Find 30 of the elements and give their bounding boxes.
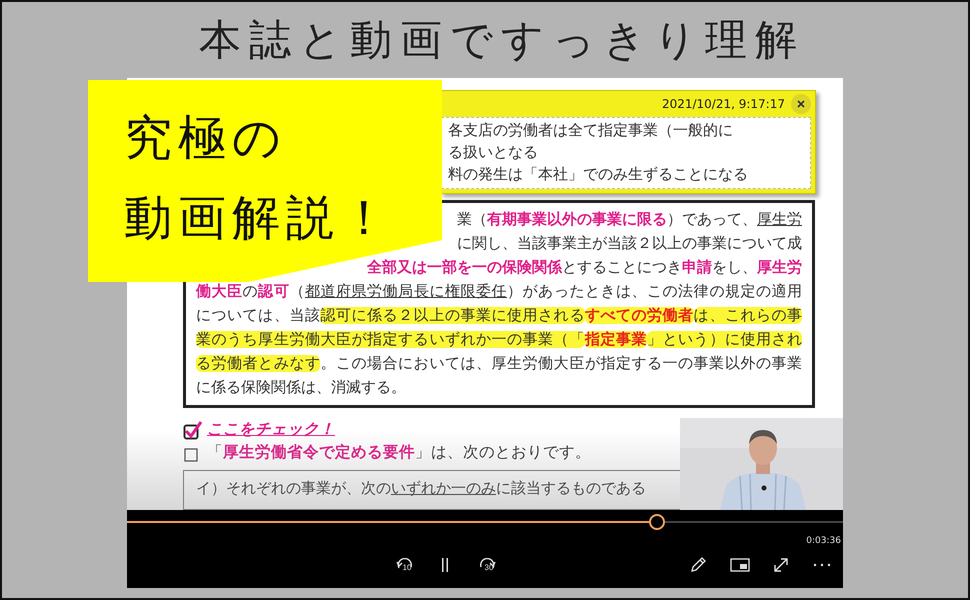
forward-icon — [478, 558, 496, 570]
seek-slider[interactable] — [127, 515, 843, 529]
note-text: 動画解説！ — [124, 189, 394, 248]
document-line: イ）それぞれの事業が、次のいずれか一のみに該当するものである — [196, 479, 647, 499]
pen-icon — [689, 556, 707, 574]
document-line: 業（有期事業以外の事業に限る）であって、厚生労 — [457, 210, 802, 230]
document-line: 「厚生労働省令で定める要件」は、次のとおりです。 — [207, 442, 591, 463]
close-icon — [797, 100, 805, 108]
document-line: に関し、当該事業主が当該２以上の事業について成 — [457, 234, 802, 254]
comment-text: る扱いとなる — [448, 142, 539, 163]
document-line: については、当該認可に係る２以上の事業に使用されるすべての労働者は、これらの事 — [196, 306, 802, 326]
rewind-icon — [396, 558, 414, 570]
more-icon — [813, 563, 831, 567]
rewind-button[interactable]: 10 — [390, 552, 420, 578]
document-line: に係る保険関係は、消滅する。 — [196, 378, 407, 398]
comment-text: 料の発生は「本社」でのみ生ずることになる — [448, 164, 749, 185]
document-line: 働大臣の認可（都道府県労働局長に権限委任）があったときは、この法律の規定の適用 — [196, 282, 802, 302]
note-text: 究極の — [124, 109, 287, 168]
document-line: 全部又は一部を一の保険関係とすることにつき 申請をし、厚生労 — [367, 258, 802, 278]
document-line: ここをチェック！ — [207, 419, 335, 440]
elapsed-time: 0:03:36 — [806, 536, 841, 546]
miniview-icon — [730, 558, 750, 572]
close-button[interactable] — [791, 94, 811, 114]
pause-icon — [441, 558, 449, 572]
document-line: 業のうち厚生労働大臣が指定するいずれか一の事業（「指定事業」という）に使用され — [196, 330, 802, 350]
headline: 本誌と動画ですっきり理解 — [199, 14, 805, 66]
document-line: る労働者とみなす。この場合においては、厚生労働大臣が指定する一の事業以外の事業 — [196, 354, 802, 374]
comment-timestamp: 2021/10/21, 9:17:17 — [662, 97, 785, 111]
fullscreen-icon — [772, 556, 790, 574]
comment-text: 各支店の労働者は全て指定事業（一般的に — [448, 120, 734, 141]
